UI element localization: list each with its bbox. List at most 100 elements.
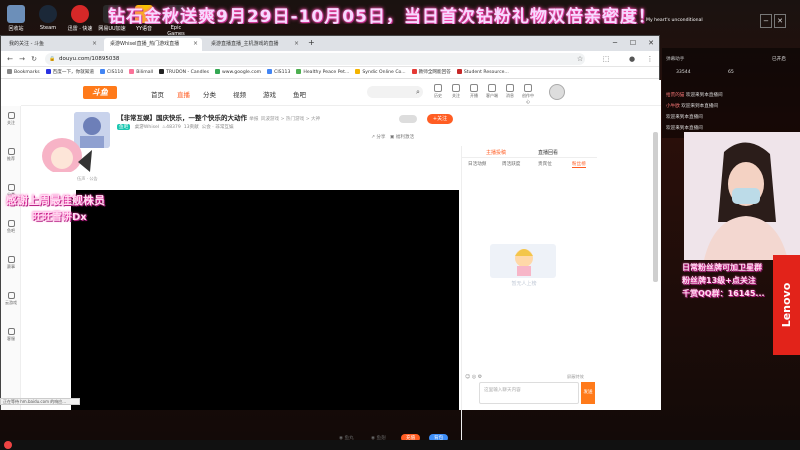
- tab-whisel-room[interactable]: 桌游Whisel直播_热门游戏直播 ×: [104, 38, 202, 51]
- subtab-fans[interactable]: 粉丝榜: [572, 161, 586, 168]
- profile-icon[interactable]: ●: [627, 54, 637, 64]
- nav-link[interactable]: 鱼吧: [293, 89, 306, 99]
- client-icon[interactable]: 客户端: [485, 84, 499, 99]
- bookmark-item[interactable]: Syndic Online Co...: [355, 67, 406, 78]
- back-icon[interactable]: ←: [5, 54, 15, 64]
- guild-label[interactable]: 公会 · 非常互娱: [202, 125, 234, 130]
- history-icon[interactable]: 历史: [431, 84, 445, 99]
- nav-link[interactable]: 分类: [203, 89, 216, 99]
- cam-line-3: 千赏QQ群：16145...: [682, 289, 765, 298]
- tag-badge[interactable]: 鱼吧: [117, 124, 131, 130]
- subtab-vip[interactable]: 贵宾位: [538, 161, 552, 167]
- bookmark-item[interactable]: 教师全网能回答: [411, 67, 451, 78]
- chat-input[interactable]: 这里输入聊天内容: [479, 382, 579, 404]
- webcam-feed: [684, 132, 800, 260]
- close-window-button[interactable]: ✕: [642, 36, 660, 51]
- rail-item[interactable]: 云游戏: [3, 292, 19, 306]
- nav-link[interactable]: 视频: [233, 89, 246, 99]
- follow-button[interactable]: +关注: [427, 114, 453, 124]
- start-icon[interactable]: [4, 441, 12, 449]
- subtab-weekly[interactable]: 周活跃度: [502, 161, 520, 167]
- bookmark-item[interactable]: www.google.com: [214, 67, 261, 78]
- tab-following[interactable]: 我的关注 - 斗鱼 ×: [3, 38, 101, 51]
- cam-line-1: 日常粉丝牌可加卫星群: [682, 263, 762, 272]
- rail-item[interactable]: 赛事: [3, 256, 19, 270]
- steam-icon[interactable]: Steam: [34, 5, 62, 31]
- nav-link[interactable]: 直播: [177, 89, 190, 99]
- menu-icon[interactable]: ⋮: [645, 54, 655, 64]
- contribution-rank[interactable]: 13贡献: [184, 125, 199, 130]
- room-ops: ↗ 分享 ▣ 福利激活: [371, 134, 414, 140]
- stat-count-2: 65: [728, 70, 734, 75]
- close-icon[interactable]: ×: [294, 40, 299, 47]
- tab-replays[interactable]: 直播回看: [538, 149, 558, 156]
- address-bar[interactable]: 🔒 douyu.com/10895038: [45, 53, 585, 65]
- bookmark-item[interactable]: Healthy Peace Pet...: [296, 67, 349, 78]
- bookmark-item[interactable]: 百度一下，你就知道: [45, 67, 94, 78]
- notify-toggle[interactable]: [399, 115, 417, 123]
- shield-effects[interactable]: 屏蔽特效: [567, 374, 584, 380]
- close-icon[interactable]: ✕: [774, 14, 786, 28]
- video-player[interactable]: [71, 190, 459, 410]
- minimize-icon[interactable]: −: [760, 14, 772, 28]
- rail-item[interactable]: 客服: [3, 328, 19, 342]
- emoji-icon[interactable]: ☺: [465, 374, 470, 380]
- report-link[interactable]: 举报: [249, 117, 258, 122]
- bookmark-item[interactable]: Student Resource...: [456, 67, 509, 78]
- streamer-name[interactable]: 桌游Whisel: [135, 125, 159, 130]
- bookmark-item[interactable]: Bilimall: [129, 67, 153, 78]
- bookmark-icon: [267, 69, 273, 74]
- bookmark-item[interactable]: TRUDON - Candles: [159, 67, 209, 78]
- gift-icon[interactable]: ▣: [390, 135, 394, 140]
- gift-icon[interactable]: ◎: [472, 374, 476, 380]
- rail-item[interactable]: 关注: [3, 112, 19, 126]
- share-link[interactable]: 分享: [376, 135, 385, 140]
- welfare-link[interactable]: 福利激活: [396, 135, 414, 140]
- browser-window: 我的关注 - 斗鱼 × 桌游Whisel直播_热门游戏直播 × 桌游直播直播_主机游…: [0, 35, 661, 450]
- nav-link[interactable]: 首页: [151, 89, 164, 99]
- bookmark-item[interactable]: CIS113: [267, 67, 290, 78]
- bookmark-item[interactable]: CIS110: [100, 67, 123, 78]
- bookmark-icon: [159, 69, 165, 74]
- message-icon[interactable]: 消息: [503, 84, 517, 99]
- maximize-button[interactable]: ☐: [624, 36, 642, 51]
- forward-icon[interactable]: →: [17, 54, 27, 64]
- xunlei-icon[interactable]: 迅雷 · 快速: [66, 5, 94, 32]
- bookmark-icon: [129, 69, 135, 74]
- bookmark-item[interactable]: Bookmarks: [7, 67, 40, 78]
- star-icon[interactable]: ☆: [575, 54, 585, 64]
- site-header: 斗鱼 首页 直播 分类 视频 游戏 鱼吧 ⌕ 历史 关注 开播 客户端 消息 创作中心: [21, 80, 661, 106]
- new-tab-button[interactable]: +: [305, 38, 319, 51]
- rail-icon: [7, 112, 15, 119]
- tab-uploads[interactable]: 主播投稿: [486, 149, 506, 156]
- scrollbar[interactable]: [653, 132, 658, 282]
- reload-icon[interactable]: ↻: [29, 54, 39, 64]
- breadcrumb[interactable]: 风波游戏 > 热门游戏 > 大神: [261, 117, 320, 122]
- subtab-daily[interactable]: 日活动频: [468, 161, 486, 167]
- close-icon[interactable]: ×: [92, 40, 97, 47]
- extension-icon[interactable]: ⬚: [601, 54, 611, 64]
- bookmark-icon: [214, 69, 220, 74]
- user-avatar[interactable]: [549, 84, 565, 100]
- search-icon[interactable]: ⌕: [409, 86, 427, 98]
- follow-icon[interactable]: 关注: [449, 84, 463, 99]
- rail-icon: [7, 148, 15, 155]
- creator-icon[interactable]: 创作中心: [521, 84, 535, 105]
- share-icon[interactable]: ↗: [371, 135, 375, 140]
- send-button[interactable]: 发送: [581, 382, 595, 404]
- rail-icon: [7, 184, 15, 191]
- nav-link[interactable]: 游戏: [263, 89, 276, 99]
- settings-icon[interactable]: ⚙: [478, 374, 482, 380]
- minimize-button[interactable]: ─: [606, 36, 624, 51]
- rail-item[interactable]: 推荐: [3, 148, 19, 162]
- stat-count: 33544: [676, 70, 691, 75]
- icon-label: 迅雷 · 快速: [67, 26, 93, 32]
- douyu-logo[interactable]: 斗鱼: [83, 86, 117, 99]
- rail-item[interactable]: 鱼吧: [3, 220, 19, 234]
- side-tabs: 主播投稿 直播回看: [462, 146, 597, 158]
- recycle-bin-icon[interactable]: 回收站: [2, 5, 30, 32]
- close-icon[interactable]: ×: [193, 40, 198, 47]
- tab-boardgame[interactable]: 桌游直播直播_主机游戏的直播 ×: [205, 38, 303, 51]
- broadcast-icon[interactable]: 开播: [467, 84, 481, 99]
- bookmark-icon: [100, 69, 106, 74]
